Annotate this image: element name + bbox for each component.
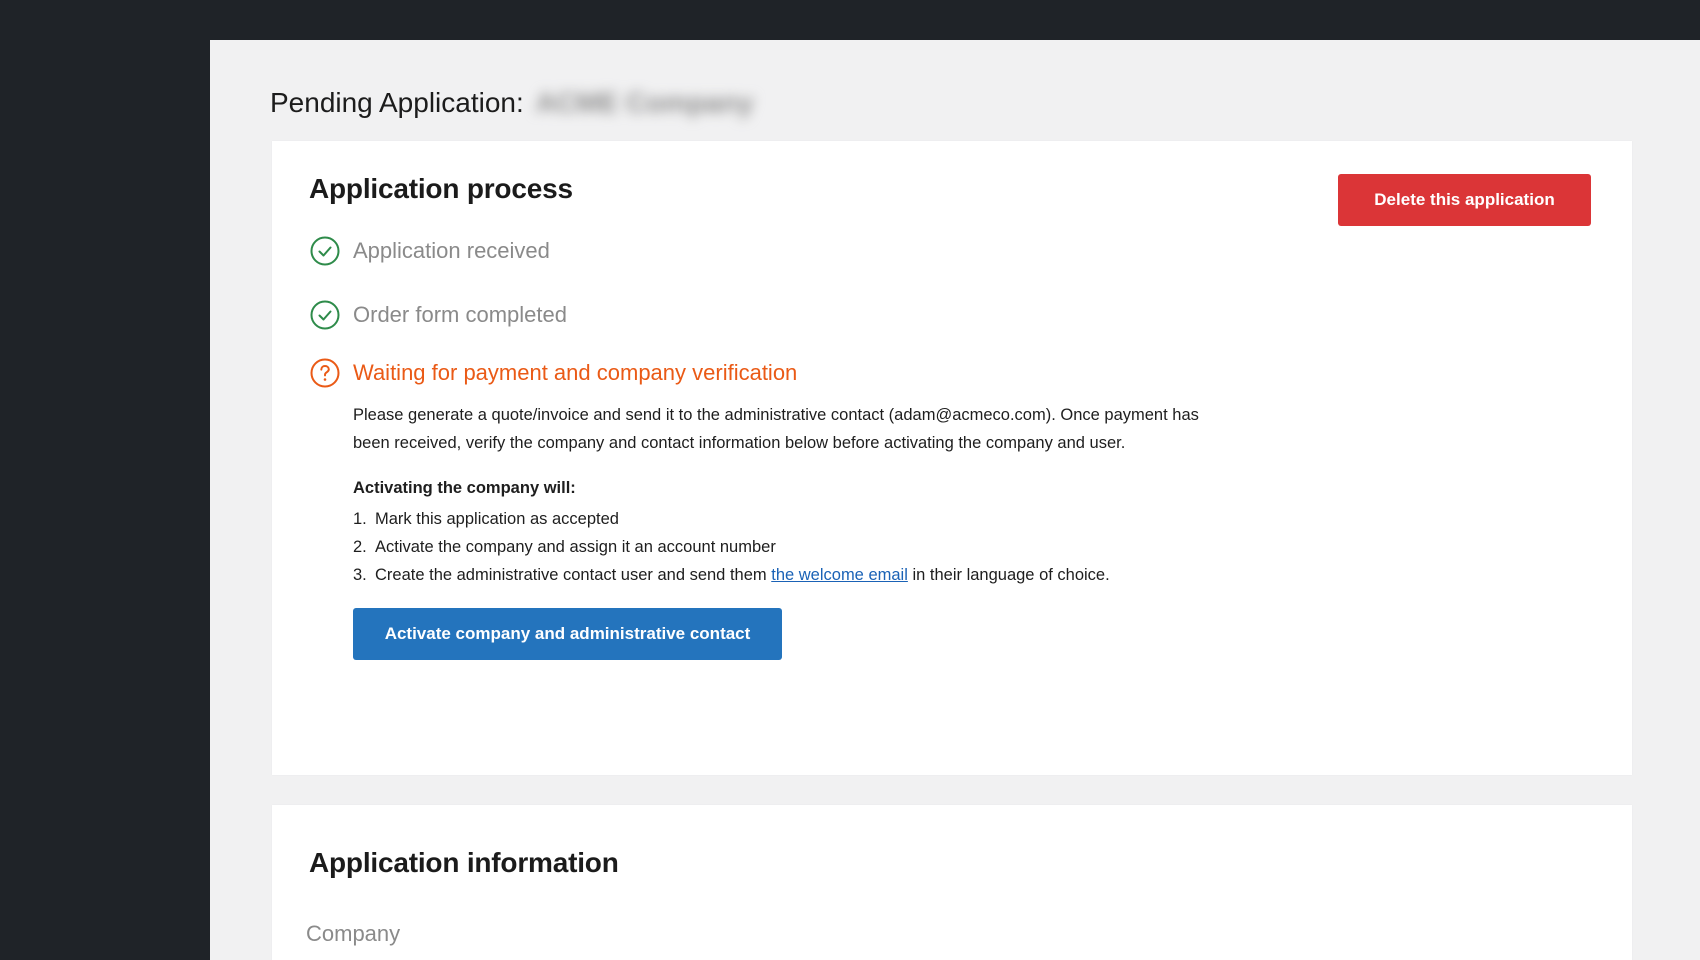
question-circle-icon xyxy=(309,357,341,389)
top-bar xyxy=(0,0,1700,40)
application-information-card: Application information Company xyxy=(272,805,1632,960)
step-label: Order form completed xyxy=(353,302,567,327)
step-label: Application received xyxy=(353,238,550,263)
company-name-blurred: ACME Company xyxy=(535,87,754,118)
payment-instructions: Please generate a quote/invoice and send… xyxy=(353,406,1199,452)
list-number: 2. xyxy=(353,538,367,556)
step-label: Waiting for payment and company verifica… xyxy=(353,360,798,385)
page-title-label: Pending Application: xyxy=(270,87,524,118)
left-sidebar xyxy=(0,0,210,960)
application-information-title: Application information xyxy=(309,847,619,878)
list-text: Create the administrative contact user a… xyxy=(375,566,767,584)
step-order-form-completed: Order form completed xyxy=(309,299,567,331)
list-number: 1. xyxy=(353,510,367,528)
list-number: 3. xyxy=(353,566,367,584)
main-content: Pending Application: ACME Company Applic… xyxy=(210,40,1700,960)
activate-company-button[interactable]: Activate company and administrative cont… xyxy=(353,608,782,660)
list-text: Mark this application as accepted xyxy=(375,510,619,528)
list-item: 1. Mark this application as accepted xyxy=(353,505,1110,533)
check-circle-icon xyxy=(309,235,341,267)
step-application-received: Application received xyxy=(309,235,550,267)
check-circle-icon xyxy=(309,299,341,331)
list-item: 2. Activate the company and assign it an … xyxy=(353,533,1110,561)
list-item: 3. Create the administrative contact user… xyxy=(353,561,1110,589)
page-title: Pending Application: ACME Company xyxy=(270,85,754,121)
delete-application-button[interactable]: Delete this application xyxy=(1338,174,1591,226)
activation-steps-list: 1. Mark this application as accepted 2. Ac… xyxy=(353,505,1110,589)
list-text: Activate the company and assign it an ac… xyxy=(375,538,776,556)
welcome-email-link[interactable]: the welcome email xyxy=(771,566,908,584)
activation-heading: Activating the company will: xyxy=(353,479,576,497)
list-text: in their language of choice. xyxy=(912,566,1110,584)
company-field-label: Company xyxy=(306,921,401,946)
step-waiting-payment-verification: Waiting for payment and company verifica… xyxy=(309,357,797,389)
application-process-card: Application process Delete this applicat… xyxy=(272,141,1632,775)
application-process-title: Application process xyxy=(309,173,573,204)
